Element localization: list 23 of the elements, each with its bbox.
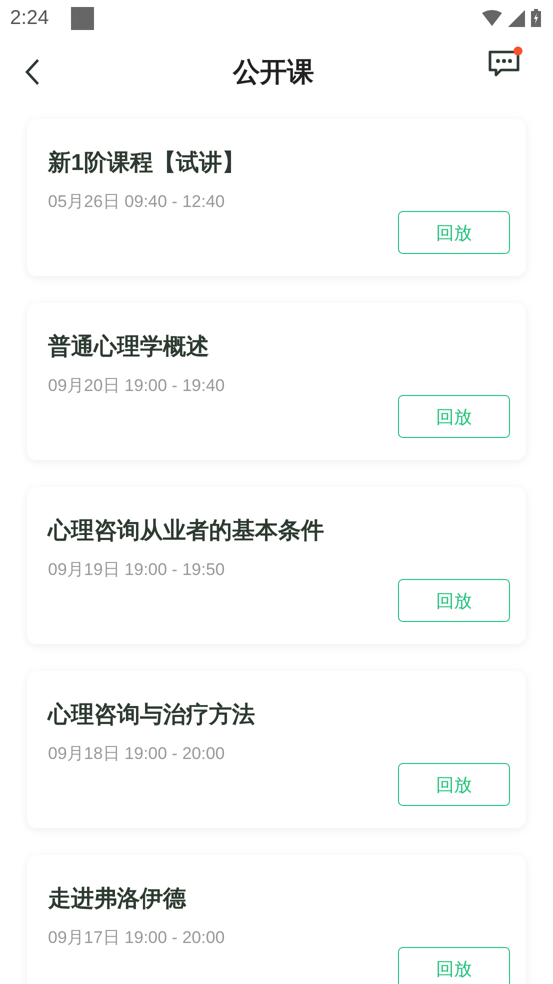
course-title: 新1阶课程【试讲】 (48, 148, 246, 177)
course-card[interactable]: 心理咨询与治疗方法 09月18日 19:00 - 20:00 回放 (27, 671, 526, 828)
course-card[interactable]: 走进弗洛伊德 09月17日 19:00 - 20:00 回放 (27, 855, 526, 984)
page-title: 公开课 (233, 56, 314, 89)
course-time: 09月19日 19:00 - 19:50 (48, 559, 226, 581)
message-icon[interactable] (487, 46, 523, 78)
course-card[interactable]: 普通心理学概述 09月20日 19:00 - 19:40 回放 (27, 303, 526, 460)
course-time: 05月26日 09:40 - 12:40 (48, 191, 226, 213)
wifi-icon (482, 10, 502, 26)
course-title: 普通心理学概述 (48, 332, 210, 361)
course-card[interactable]: 新1阶课程【试讲】 05月26日 09:40 - 12:40 回放 (27, 119, 526, 276)
course-title: 走进弗洛伊德 (48, 884, 188, 913)
signal-icon (508, 10, 525, 26)
course-card[interactable]: 心理咨询从业者的基本条件 09月19日 19:00 - 19:50 回放 (27, 487, 526, 644)
course-title: 心理咨询从业者的基本条件 (48, 516, 325, 545)
course-title: 心理咨询与治疗方法 (48, 700, 256, 729)
course-time: 09月20日 19:00 - 19:40 (48, 375, 226, 397)
battery-icon (531, 9, 541, 27)
back-icon[interactable] (24, 58, 40, 86)
status-time: 2:24 (10, 6, 49, 30)
course-time: 09月17日 19:00 - 20:00 (48, 927, 226, 949)
notification-icon (70, 6, 94, 30)
course-time: 09月18日 19:00 - 20:00 (48, 743, 226, 765)
